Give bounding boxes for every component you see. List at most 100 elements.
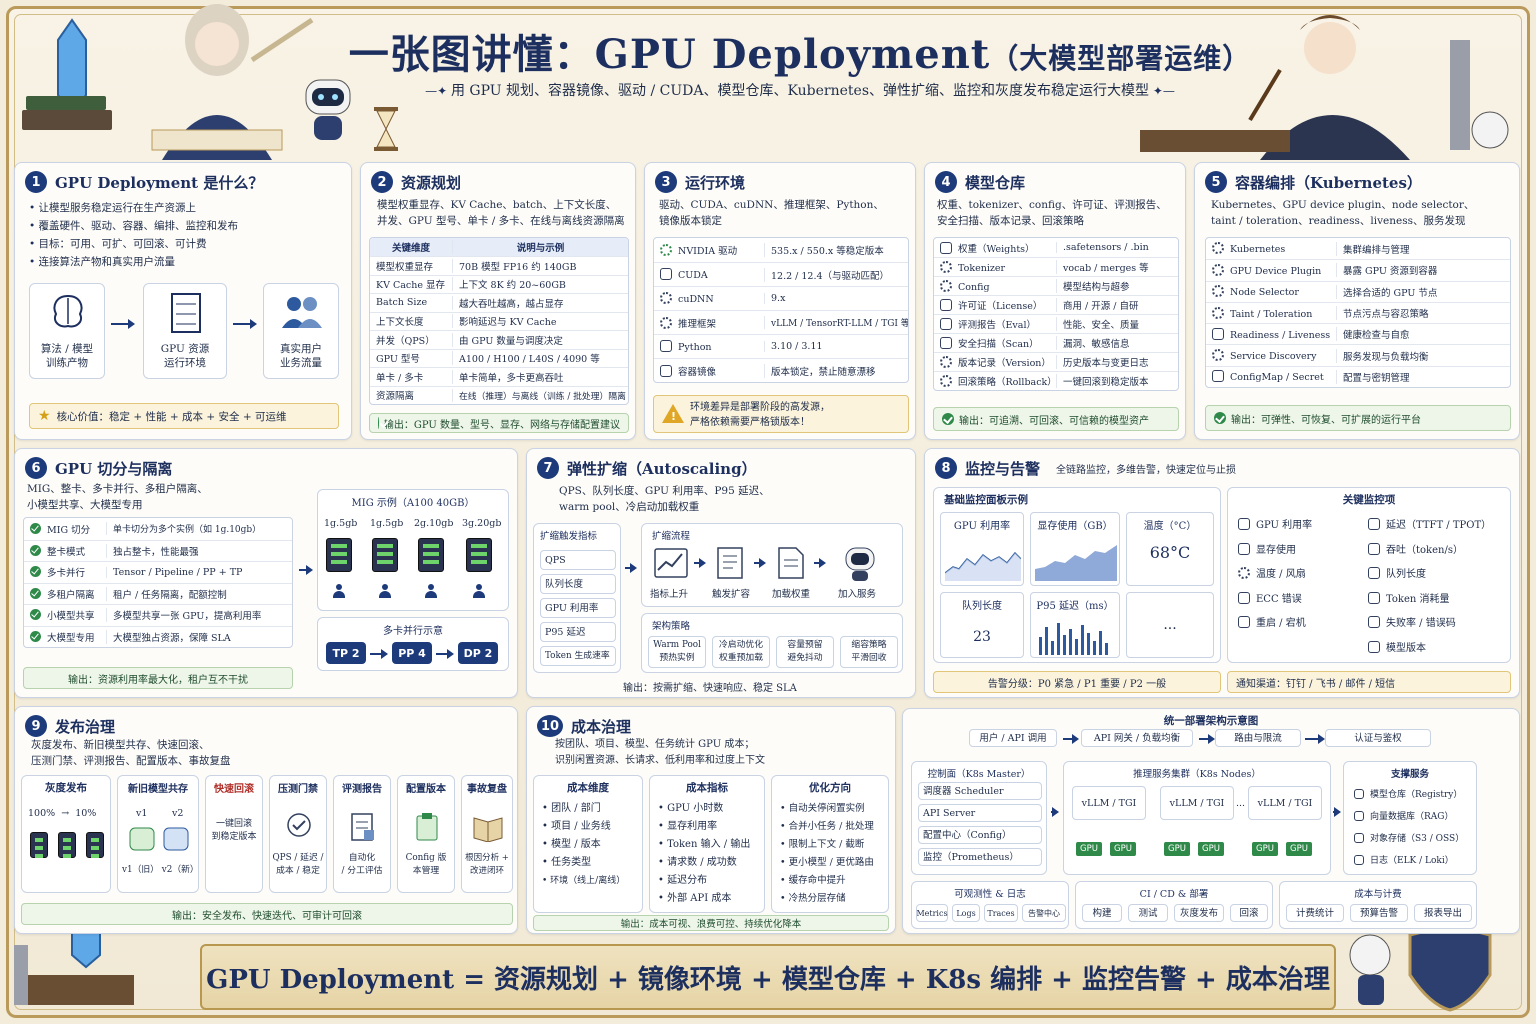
dashboard-box: 基础监控面板示例 GPU 利用率 显存使用（GB） 温度（°C） 68°C 队列… [933,487,1221,663]
cudnn-icon [660,292,672,304]
section-title: 7 弹性扩缩（Autoscaling） [537,457,757,479]
metric-icon [1368,542,1380,555]
shield-check-icon [287,813,311,837]
arch-node-user: 用户 / API 调用 [969,729,1057,747]
resource-table: 关键维度 说明与示例 模型权重显存 70B 模型 FP16 约 140GB KV C… [369,237,629,405]
left-character-illustration [22,4,314,160]
section-title: 4 模型仓库 [935,171,1025,193]
table-row: Kubernetes 集群编排与管理 [1206,238,1510,259]
metric-icon [1238,567,1250,579]
framework-icon [660,316,672,329]
section-gpu-partition: 6 GPU 切分与隔离 MIG、整卡、多卡并行、多租户隔离、 小模型共享、大模型专… [14,448,518,698]
flow-model-box: 算法 / 模型 训练产物 [29,283,105,379]
service-discovery-icon [1212,349,1224,362]
section-output: 输出：安全发布、快速迭代、可审计可回滚 [21,903,513,925]
section-output: 输出：成本可视、浪费可控、持续优化降本 [533,915,889,931]
table-row: 单卡 / 多卡 单卡简单，多卡更高吞吐 [370,367,628,386]
check-icon [30,544,41,556]
section-monitoring: 8 监控与告警 全链路监控，多维告警，快速定位与止损 基础监控面板示例 GPU 利用… [924,448,1520,698]
mig-label: 1g.5gb [324,518,358,529]
section-output: 输出：可弹性、可恢复、可扩展的运行平台 [1205,405,1511,431]
table-row: Config 模型结构与超参 [934,276,1178,295]
table-row: GPU Device Plugin 暴露 GPU 资源到容器 [1206,259,1510,280]
taint-icon [1212,306,1224,319]
check-icon [30,566,41,578]
arch-node-gateway: API 网关 / 负载均衡 [1081,729,1193,747]
table-row: 多卡并行 Tensor / Pipeline / PP + TP [24,561,292,583]
flow-arrow [370,649,388,659]
flow-arrow [1199,734,1215,744]
robot-mascot-icon [305,79,351,140]
book-icon [473,817,503,842]
observability-box: 可观测性 & 日志 Metrics Logs Traces 告警中心 [911,881,1069,929]
rollback-icon [940,375,952,387]
configmap-icon [1212,370,1224,383]
table-row: CUDA 12.2 / 12.4（与驱动匹配） [654,262,908,286]
table-row: MIG 切分 单卡切分为多个实例（如 1g.10gb） [24,518,292,540]
license-icon [940,299,952,311]
section-desc: 灰度发布、新旧模型共存、快速回滚、 压测门禁、评测报告、配置版本、事故复盘 [31,739,231,767]
brain-icon [53,294,83,328]
key-metric-item: 显存使用 [1238,539,1312,564]
section-release: 9 发布治理 灰度发布、新旧模型共存、快速回滚、 压测门禁、评测报告、配置版本、事… [14,706,518,934]
control-item: 配置中心（Config） [918,826,1042,844]
gpu-util-sparkline [945,551,1021,581]
table-row: GPU 型号 A100 / H100 / L40S / 4090 等 [370,348,628,368]
flow-step-label: 指标上升 [650,589,689,600]
flow-arrow [233,319,257,329]
check-icon [30,630,41,642]
trigger-item: QPS [540,550,616,570]
server-icon [30,832,48,858]
tenant-icon [425,584,437,598]
mig-label: 3g.20gb [462,518,502,529]
table-row: 安全扫描（Scan） 漏洞、敏感信息 [934,333,1178,352]
gpu-instance-icon [418,538,444,572]
table-row: Python 3.10 / 3.11 [654,334,908,358]
section-resource-planning: 2 资源规划 模型权重显存、KV Cache、batch、上下文长度、 并发、GP… [360,162,636,440]
page-subtitle: —✦ 用 GPU 规划、容器镜像、驱动 / CUDA、模型仓库、Kubernet… [425,83,1175,99]
gpu-chip: GPU [1286,842,1312,856]
k8s-table: Kubernetes 集群编排与管理 GPU Device Plugin 暴露 GP… [1205,237,1511,389]
section-cost: 10 成本治理 按团队、项目、模型、任务统计 GPU 成本； 识别闲置资源、长请求… [526,706,896,934]
more-panel: ... [1126,592,1214,658]
flow-label: GPU 资源 运行环境 [160,343,210,369]
footer-formula-banner: GPU Deployment = 资源规划 + 镜像环境 + 模型仓库 + K8… [200,944,1336,1010]
weights-icon [940,241,952,254]
table-row: Batch Size 越大吞吐越高，越占显存 [370,293,628,312]
metric-icon [1368,518,1380,530]
registry-icon [1354,789,1364,799]
section-desc: Kubernetes、GPU device plugin、node select… [1211,199,1475,227]
warning-icon [662,404,684,424]
section-title: 1 GPU Deployment 是什么？ [25,171,263,193]
key-metric-item: 失败率 / 错误码 [1368,612,1491,637]
core-value-banner: ★ 核心价值：稳定 + 性能 + 成本 + 安全 + 可运维 [29,403,339,429]
trigger-item: 队列长度 [540,574,616,594]
control-item: 调度器 Scheduler [918,782,1042,800]
trigger-item: P95 延迟 [540,622,616,642]
gpu-chip: GPU [1252,842,1278,856]
metric-icon [1238,616,1250,628]
table-row: Service Discovery 服务发现与负载均衡 [1206,344,1510,365]
server-rack-icon [171,293,201,333]
flow-step-label: 加入服务 [838,589,877,600]
strategy-item: 缩容策略 平滑回收 [840,636,898,668]
release-col-config: 配置版本 Config 版 本管理 [397,775,455,893]
hourglass-icon [374,107,398,151]
cuda-icon [660,268,672,280]
check-icon [30,609,41,621]
table-row: NVIDIA 驱动 535.x / 550.x 等稳定版本 [654,238,908,262]
temperature-value: 68°C [1149,543,1191,562]
chart-up-icon [654,548,688,578]
flow-arrow [111,319,135,329]
metric-icon [1368,640,1380,653]
control-plane-box: 控制面（K8s Master） 调度器 Scheduler API Server… [911,761,1047,875]
key-metric-item: 延迟（TTFT / TPOT） [1368,514,1491,539]
table-row: cuDNN 9.x [654,286,908,310]
server-icon [58,832,76,858]
notify-channels: 通知渠道：钉钉 / 飞书 / 邮件 / 短信 [1227,671,1511,693]
table-row: Taint / Toleration 节点污点与容忍策略 [1206,301,1510,323]
container-icon [660,364,672,377]
tenant-icon [379,584,391,598]
cicd-box: CI / CD & 部署 构建 测试 灰度发布 回滚 [1075,881,1273,929]
architecture-diagram: 统一部署架构示意图 用户 / API 调用 API 网关 / 负载均衡 路由与限… [902,708,1520,934]
